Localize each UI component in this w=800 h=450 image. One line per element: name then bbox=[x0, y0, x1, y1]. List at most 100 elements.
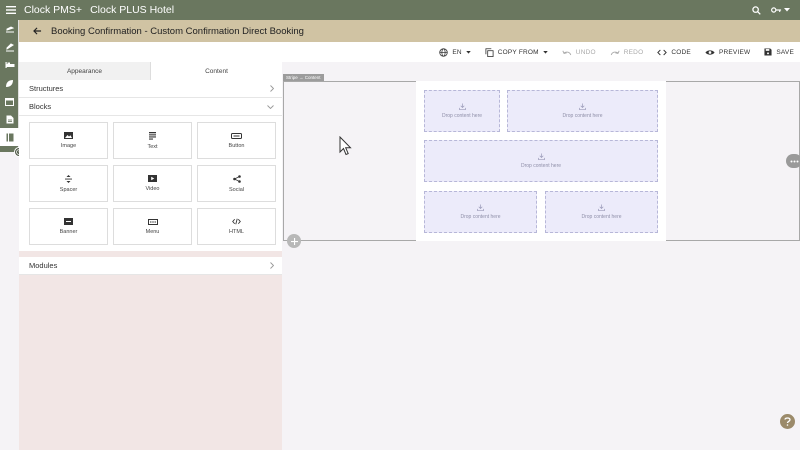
blocks-label: Blocks bbox=[29, 102, 52, 111]
block-button[interactable]: Button bbox=[197, 122, 276, 159]
floppy-disk-icon bbox=[764, 48, 772, 56]
chevron-down-icon bbox=[267, 104, 274, 109]
chevron-right-icon bbox=[270, 85, 274, 92]
plane-arrival-icon bbox=[5, 25, 14, 32]
hamburger-icon bbox=[6, 6, 16, 14]
block-label: Image bbox=[60, 143, 77, 149]
drop-zone-label: Drop content here bbox=[520, 163, 562, 169]
download-icon bbox=[598, 204, 605, 211]
rail-item-housekeeping[interactable] bbox=[0, 74, 19, 92]
block-video[interactable]: Video bbox=[113, 165, 192, 202]
language-select[interactable]: EN bbox=[439, 47, 471, 57]
search-icon bbox=[752, 5, 761, 15]
modules-label: Modules bbox=[29, 261, 58, 270]
content-panel: Appearance Content Structures Blocks Ima… bbox=[19, 62, 282, 450]
redo-icon bbox=[610, 50, 620, 55]
drop-zone[interactable]: Drop content here bbox=[424, 140, 658, 182]
block-label: Spacer bbox=[59, 186, 78, 193]
block-label: Banner bbox=[59, 229, 78, 235]
rail-item-departures[interactable] bbox=[0, 38, 19, 56]
question-icon bbox=[784, 417, 791, 426]
add-row-button[interactable] bbox=[287, 234, 301, 248]
email-canvas: Stripe → Content Drop content here Drop … bbox=[282, 62, 800, 450]
block-label: Text bbox=[147, 143, 158, 150]
download-icon bbox=[537, 153, 545, 160]
text-icon bbox=[149, 131, 156, 140]
drop-zone-label: Drop content here bbox=[562, 113, 603, 119]
editor-toolbar: EN COPY FROM UNDO REDO CODE PREVIEW SAVE bbox=[19, 42, 800, 62]
rail-item-calendar[interactable] bbox=[0, 92, 19, 110]
arrow-left-icon bbox=[32, 27, 41, 35]
blocks-section-header[interactable]: Blocks bbox=[19, 98, 282, 116]
undo-label: UNDO bbox=[575, 48, 596, 56]
drop-zone[interactable]: Drop content here bbox=[424, 191, 537, 233]
save-button[interactable]: SAVE bbox=[764, 48, 794, 56]
preview-button[interactable]: PREVIEW bbox=[705, 49, 750, 56]
rail-item-arrivals[interactable] bbox=[0, 20, 19, 38]
plane-departure-icon bbox=[5, 42, 14, 51]
key-icon bbox=[771, 7, 782, 13]
panel-tabs: Appearance Content bbox=[19, 62, 282, 80]
structures-label: Structures bbox=[29, 84, 64, 93]
tab-content[interactable]: Content bbox=[150, 62, 282, 80]
account-button[interactable] bbox=[771, 6, 790, 14]
preview-label: PREVIEW bbox=[718, 48, 751, 56]
email-body: Drop content here Drop content here Drop… bbox=[416, 81, 666, 241]
image-icon bbox=[64, 132, 73, 139]
download-icon bbox=[458, 103, 466, 110]
book-icon bbox=[6, 133, 13, 141]
help-button[interactable] bbox=[780, 414, 795, 429]
tab-appearance[interactable]: Appearance bbox=[19, 62, 150, 80]
page-header: Booking Confirmation - Custom Confirmati… bbox=[19, 20, 800, 42]
block-menu[interactable]: Menu bbox=[113, 208, 192, 245]
bed-icon bbox=[5, 62, 14, 68]
rail-item-documents[interactable] bbox=[0, 110, 19, 128]
rail-item-rooms[interactable] bbox=[0, 56, 19, 74]
language-label: EN bbox=[452, 48, 462, 56]
left-rail bbox=[0, 20, 19, 152]
chevron-down-icon bbox=[466, 50, 471, 54]
structures-section-header[interactable]: Structures bbox=[19, 80, 282, 98]
copy-from-label: COPY FROM bbox=[497, 48, 539, 56]
mouse-cursor-icon bbox=[339, 136, 352, 156]
block-banner[interactable]: Banner bbox=[29, 208, 108, 245]
download-icon bbox=[477, 204, 484, 211]
drop-zone-label: Drop content here bbox=[581, 214, 622, 220]
video-icon bbox=[148, 175, 157, 182]
download-icon bbox=[579, 103, 586, 110]
modules-section-header[interactable]: Modules bbox=[19, 257, 282, 275]
search-button[interactable] bbox=[752, 5, 761, 15]
block-label: Social bbox=[229, 186, 244, 193]
button-icon bbox=[231, 132, 242, 139]
block-html[interactable]: HTML bbox=[197, 208, 276, 245]
chevron-down-icon bbox=[543, 50, 548, 54]
rail-item-templates[interactable] bbox=[0, 128, 19, 146]
block-social[interactable]: Social bbox=[197, 165, 276, 202]
copy-from-button[interactable]: COPY FROM bbox=[485, 47, 548, 57]
code-button[interactable]: CODE bbox=[657, 49, 691, 56]
drop-zone[interactable]: Drop content here bbox=[424, 90, 500, 132]
redo-button[interactable]: REDO bbox=[610, 49, 644, 56]
undo-icon bbox=[562, 50, 571, 55]
share-icon bbox=[232, 174, 241, 183]
block-label: Video bbox=[145, 186, 160, 192]
copy-icon bbox=[485, 47, 494, 57]
banner-icon bbox=[64, 218, 73, 225]
block-spacer[interactable]: Spacer bbox=[29, 165, 108, 202]
blocks-grid: Image Text Button Spacer Video Social Ba… bbox=[19, 116, 282, 251]
drop-zone[interactable]: Drop content here bbox=[545, 191, 658, 233]
hotel-name[interactable]: Clock PLUS Hotel bbox=[90, 4, 174, 16]
block-image[interactable]: Image bbox=[29, 122, 108, 159]
stripe-options-button[interactable] bbox=[786, 154, 800, 168]
save-label: SAVE bbox=[776, 48, 794, 56]
block-label: HTML bbox=[229, 229, 244, 235]
menu-icon bbox=[147, 218, 158, 225]
code-icon bbox=[232, 218, 241, 225]
hamburger-menu-button[interactable] bbox=[0, 0, 22, 20]
drop-zone[interactable]: Drop content here bbox=[507, 90, 658, 132]
eye-icon bbox=[705, 49, 715, 55]
block-text[interactable]: Text bbox=[113, 122, 192, 159]
back-button[interactable] bbox=[25, 20, 49, 42]
block-label: Button bbox=[228, 142, 245, 149]
undo-button[interactable]: UNDO bbox=[562, 49, 596, 56]
